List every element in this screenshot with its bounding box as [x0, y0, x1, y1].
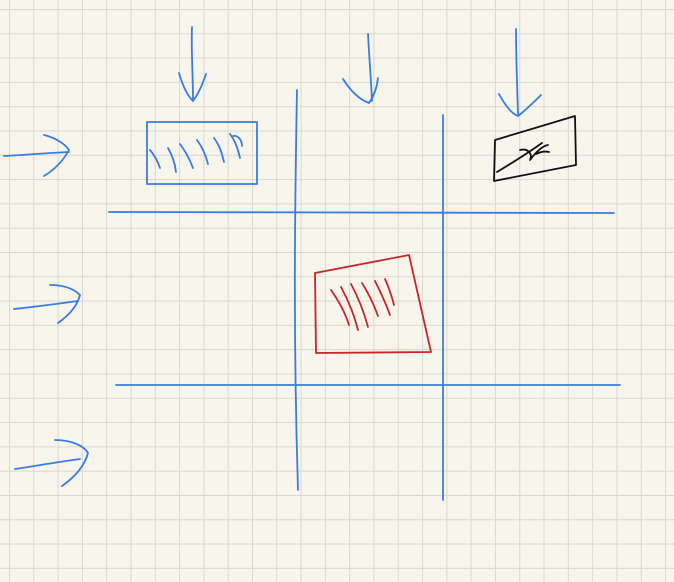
grid-line-horizontal-1 [108, 211, 615, 214]
arrow-right-row-2 [13, 284, 81, 324]
sketch-layer [3, 26, 621, 501]
arrow-right-row-3 [14, 439, 89, 487]
black-scribbled-parallelogram [493, 115, 577, 182]
notebook-canvas [0, 0, 674, 582]
blue-hatched-rectangle [146, 121, 258, 185]
arrow-right-row-1 [3, 134, 70, 177]
arrow-down-col-2 [342, 33, 379, 104]
red-hatched-quadrilateral [314, 254, 432, 354]
grid-line-vertical-1 [293, 89, 299, 491]
arrow-down-col-1 [178, 26, 207, 102]
arrow-down-col-3 [498, 28, 542, 117]
